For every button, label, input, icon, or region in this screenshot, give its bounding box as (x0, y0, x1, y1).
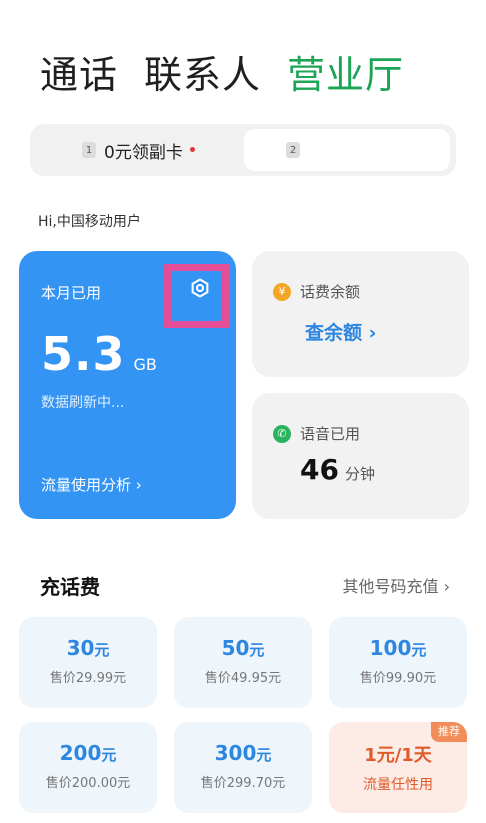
voice-card[interactable]: ✆ 语音已用 46 分钟 (252, 393, 469, 519)
recharge-amount-value: 200 (59, 741, 102, 765)
recharge-price: 售价29.99元 (49, 671, 127, 686)
recharge-amount-value: 50 (221, 636, 250, 660)
recharge-amount-value: 300 (214, 741, 257, 765)
recommend-badge: 推荐 (431, 722, 467, 742)
phone-icon: ✆ (273, 424, 291, 443)
data-usage-amount: 5.3 GB (41, 327, 157, 381)
recharge-amount-unit: 元 (101, 746, 117, 764)
balance-title-text: 话费余额 (300, 283, 361, 301)
data-usage-value: 5.3 (41, 327, 126, 381)
data-refresh-status: 数据刷新中... (41, 395, 125, 411)
recharge-price: 售价99.90元 (359, 671, 437, 686)
recharge-option[interactable]: 300元 售价299.70元 (174, 722, 312, 813)
promo-description: 流量任性用 (363, 777, 433, 793)
sim-1-badge: 1 (82, 142, 96, 158)
recharge-amount-unit: 元 (256, 746, 272, 764)
recharge-price: 售价299.70元 (200, 776, 286, 791)
recharge-amount: 50元 (174, 636, 312, 660)
data-usage-card[interactable]: 本月已用 5.3 GB 数据刷新中... 流量使用分析 › (19, 251, 236, 519)
voice-used-value: 46 (300, 453, 339, 486)
balance-title: ¥ 话费余额 (273, 281, 360, 302)
usage-analysis-link[interactable]: 流量使用分析 › (41, 474, 142, 495)
recharge-amount: 30元 (19, 636, 157, 660)
voice-used-unit: 分钟 (344, 465, 375, 483)
recharge-amount: 300元 (174, 741, 312, 765)
recharge-amount-unit: 元 (411, 641, 427, 659)
sim-1-label: 0元领副卡 (104, 142, 183, 163)
recharge-option[interactable]: 200元 售价200.00元 (19, 722, 157, 813)
recharge-amount: 100元 (329, 636, 467, 660)
tab-service-hall[interactable]: 营业厅 (287, 44, 404, 99)
other-number-recharge-link[interactable]: 其他号码充值 › (343, 573, 451, 597)
recharge-price: 售价200.00元 (45, 776, 131, 791)
voice-title: ✆ 语音已用 (273, 423, 360, 444)
voice-used: 46 分钟 (300, 453, 375, 486)
top-tabs: 通话 联系人 营业厅 (40, 44, 430, 99)
recharge-amount: 200元 (19, 741, 157, 765)
recharge-amount-value: 100 (369, 636, 412, 660)
tab-contacts[interactable]: 联系人 (144, 44, 261, 99)
check-balance-link[interactable]: 查余额 › (305, 318, 376, 345)
data-usage-label: 本月已用 (41, 284, 102, 302)
recharge-title: 充话费 (40, 575, 100, 599)
sim-2-badge: 2 (286, 142, 300, 158)
voice-title-text: 语音已用 (300, 425, 361, 443)
recharge-option[interactable]: 50元 售价49.95元 (174, 617, 312, 708)
notification-dot (189, 146, 195, 152)
highlight-box (164, 264, 229, 328)
promo-amount-value: 1元/1天 (364, 745, 432, 766)
recharge-amount-unit: 元 (94, 641, 110, 659)
recharge-option[interactable]: 30元 售价29.99元 (19, 617, 157, 708)
sim-tab-1[interactable]: 1 0元领副卡 (82, 129, 195, 171)
sim-selector: 1 0元领副卡 2 (30, 124, 456, 176)
promo-amount: 1元/1天 (329, 741, 467, 767)
greeting: Hi,中国移动用户 (38, 214, 141, 230)
recharge-amount-unit: 元 (249, 641, 265, 659)
data-promo-option[interactable]: 推荐 1元/1天 流量任性用 (329, 722, 467, 813)
balance-card[interactable]: ¥ 话费余额 查余额 › (252, 251, 469, 377)
yen-icon: ¥ (273, 282, 291, 301)
recharge-price: 售价49.95元 (204, 671, 282, 686)
tab-calls[interactable]: 通话 (40, 44, 118, 99)
recharge-amount-value: 30 (66, 636, 95, 660)
recharge-option[interactable]: 100元 售价99.90元 (329, 617, 467, 708)
data-usage-unit: GB (133, 355, 157, 374)
sim-tab-2[interactable]: 2 (244, 129, 450, 171)
